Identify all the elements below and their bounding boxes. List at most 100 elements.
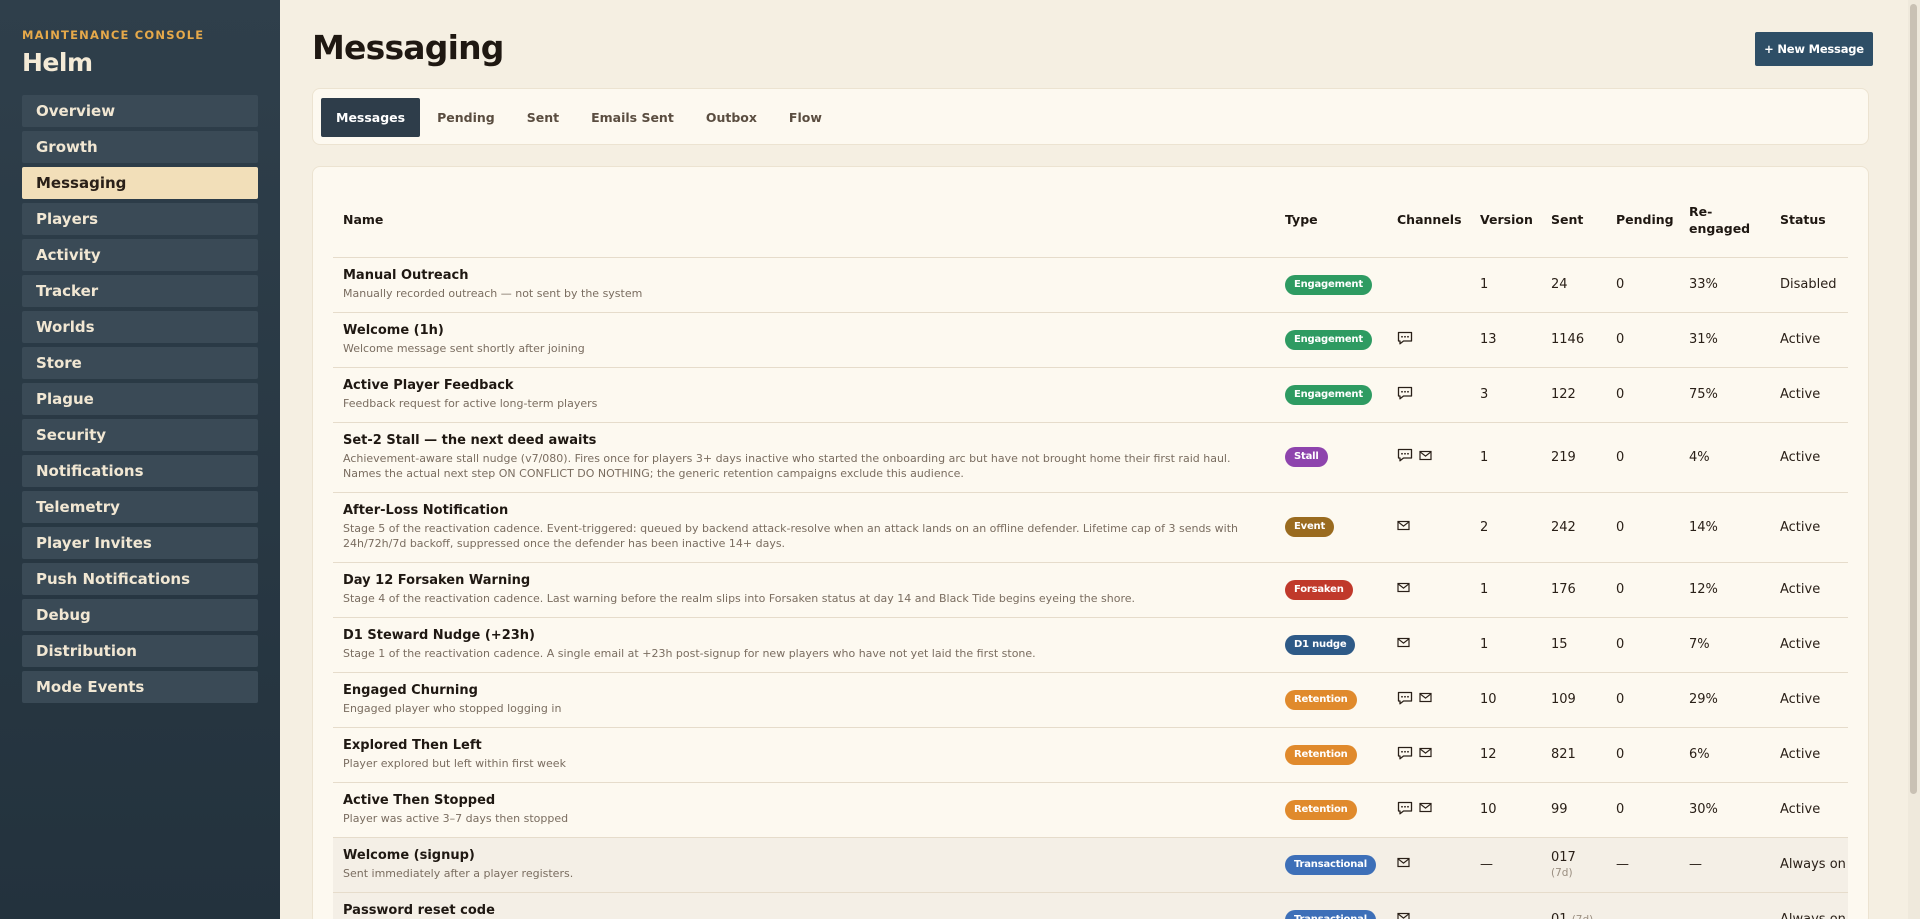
message-name[interactable]: Explored Then Left (343, 738, 1275, 753)
cell-version: 10 (1470, 672, 1541, 728)
cell-name: Manual Outreach Manually recorded outreac… (333, 257, 1275, 313)
message-description: Stage 1 of the reactivation cadence. A s… (343, 647, 1036, 660)
col-header-status[interactable]: Status (1770, 183, 1848, 258)
cell-version: 3 (1470, 367, 1541, 423)
message-name[interactable]: Active Player Feedback (343, 378, 1275, 393)
cell-pending: 0 (1606, 422, 1679, 493)
sidebar-item-notifications[interactable]: Notifications (22, 455, 258, 487)
message-name[interactable]: Active Then Stopped (343, 793, 1275, 808)
mail-icon (1419, 450, 1432, 465)
cell-type: Retention (1275, 727, 1387, 783)
sidebar-item-store[interactable]: Store (22, 347, 258, 379)
cell-channels (1387, 562, 1470, 618)
col-header-pending[interactable]: Pending (1606, 183, 1679, 258)
message-name[interactable]: Password reset code (343, 903, 1275, 918)
col-header-reengaged[interactable]: Re-engaged (1679, 183, 1770, 258)
sidebar-item-plague[interactable]: Plague (22, 383, 258, 415)
sidebar-item-debug[interactable]: Debug (22, 599, 258, 631)
cell-name: Explored Then Left Player explored but le… (333, 727, 1275, 783)
table-row[interactable]: Password reset codeSent when a player re… (333, 892, 1848, 919)
channel-icons (1397, 857, 1470, 872)
mail-icon (1419, 802, 1432, 817)
table-row[interactable]: D1 Steward Nudge (+23h) Stage 1 of the re… (333, 617, 1848, 673)
cell-status: Active (1770, 367, 1848, 423)
cell-status: Active (1770, 492, 1848, 563)
message-name[interactable]: Engaged Churning (343, 683, 1275, 698)
col-header-channels[interactable]: Channels (1387, 183, 1470, 258)
sidebar-item-tracker[interactable]: Tracker (22, 275, 258, 307)
chat-icon (1397, 331, 1413, 349)
cell-version: 1 (1470, 422, 1541, 493)
cell-pending: 0 (1606, 782, 1679, 838)
sidebar-item-activity[interactable]: Activity (22, 239, 258, 271)
cell-sent: 01 (7d) (1541, 892, 1606, 919)
table-row[interactable]: Explored Then Left Player explored but le… (333, 727, 1848, 783)
cell-channels (1387, 257, 1470, 313)
message-description: Stage 5 of the reactivation cadence. Eve… (343, 522, 1238, 550)
col-header-version[interactable]: Version (1470, 183, 1541, 258)
table-row[interactable]: After-Loss Notification Stage 5 of the re… (333, 492, 1848, 563)
cell-reengaged: — (1679, 837, 1770, 893)
col-header-type[interactable]: Type (1275, 183, 1387, 258)
cell-version: 10 (1470, 782, 1541, 838)
tab-flow[interactable]: Flow (774, 98, 837, 137)
chat-icon (1397, 448, 1413, 466)
tab-outbox[interactable]: Outbox (691, 98, 772, 137)
sidebar-item-player-invites[interactable]: Player Invites (22, 527, 258, 559)
mail-icon (1397, 637, 1410, 652)
table-row[interactable]: Set-2 Stall — the next deed awaits Achiev… (333, 422, 1848, 493)
table-row[interactable]: Manual Outreach Manually recorded outreac… (333, 257, 1848, 313)
sidebar-item-telemetry[interactable]: Telemetry (22, 491, 258, 523)
cell-type: Stall (1275, 422, 1387, 493)
message-name[interactable]: Welcome (signup) (343, 848, 1275, 863)
cell-reengaged: 14% (1679, 492, 1770, 563)
message-name[interactable]: Day 12 Forsaken Warning (343, 573, 1275, 588)
tab-pending[interactable]: Pending (422, 98, 510, 137)
sent-period: (7d) (1572, 914, 1594, 919)
tab-emails-sent[interactable]: Emails Sent (576, 98, 689, 137)
message-description: Achievement-aware stall nudge (v7/080). … (343, 452, 1231, 480)
table-row[interactable]: Engaged Churning Engaged player who stopp… (333, 672, 1848, 728)
new-message-button[interactable]: + New Message (1755, 32, 1873, 66)
sidebar-item-players[interactable]: Players (22, 203, 258, 235)
cell-name: Password reset codeSent when a player re… (333, 892, 1275, 919)
tab-messages[interactable]: Messages (321, 98, 421, 137)
table-row[interactable]: Welcome (1h) Welcome message sent shortly… (333, 312, 1848, 368)
sidebar-item-growth[interactable]: Growth (22, 131, 258, 163)
channel-icons (1397, 520, 1470, 535)
sidebar-item-push-notifications[interactable]: Push Notifications (22, 563, 258, 595)
cell-channels (1387, 782, 1470, 838)
channel-icons (1397, 582, 1470, 597)
message-name[interactable]: After-Loss Notification (343, 503, 1275, 518)
sidebar-item-distribution[interactable]: Distribution (22, 635, 258, 667)
cell-reengaged: 7% (1679, 617, 1770, 673)
table-row[interactable]: Active Player Feedback Feedback request f… (333, 367, 1848, 423)
message-name[interactable]: D1 Steward Nudge (+23h) (343, 628, 1275, 643)
cell-channels (1387, 672, 1470, 728)
message-name[interactable]: Manual Outreach (343, 268, 1275, 283)
cell-sent: 1146 (1541, 312, 1606, 368)
message-name[interactable]: Welcome (1h) (343, 323, 1275, 338)
message-name[interactable]: Set-2 Stall — the next deed awaits (343, 433, 1275, 448)
table-row[interactable]: Welcome (signup) Sent immediately after a… (333, 837, 1848, 893)
page-scrollbar[interactable] (1908, 0, 1920, 919)
cell-type: Engagement (1275, 257, 1387, 313)
table-row[interactable]: Day 12 Forsaken Warning Stage 4 of the re… (333, 562, 1848, 618)
sidebar-item-mode-events[interactable]: Mode Events (22, 671, 258, 703)
col-header-sent[interactable]: Sent (1541, 183, 1606, 258)
scrollbar-thumb[interactable] (1910, 4, 1917, 794)
cell-version: 2 (1470, 492, 1541, 563)
col-header-name[interactable]: Name (333, 183, 1275, 258)
sidebar-item-overview[interactable]: Overview (22, 95, 258, 127)
cell-pending: — (1606, 892, 1679, 919)
cell-pending: 0 (1606, 312, 1679, 368)
sidebar-item-messaging[interactable]: Messaging (22, 167, 258, 199)
sidebar-item-security[interactable]: Security (22, 419, 258, 451)
sidebar-item-worlds[interactable]: Worlds (22, 311, 258, 343)
cell-status: Active (1770, 672, 1848, 728)
sent-count: 109 (1551, 692, 1576, 707)
table-row[interactable]: Active Then Stopped Player was active 3–7… (333, 782, 1848, 838)
tab-sent[interactable]: Sent (512, 98, 574, 137)
cell-type: Retention (1275, 672, 1387, 728)
message-description: Player was active 3–7 days then stopped (343, 812, 569, 825)
